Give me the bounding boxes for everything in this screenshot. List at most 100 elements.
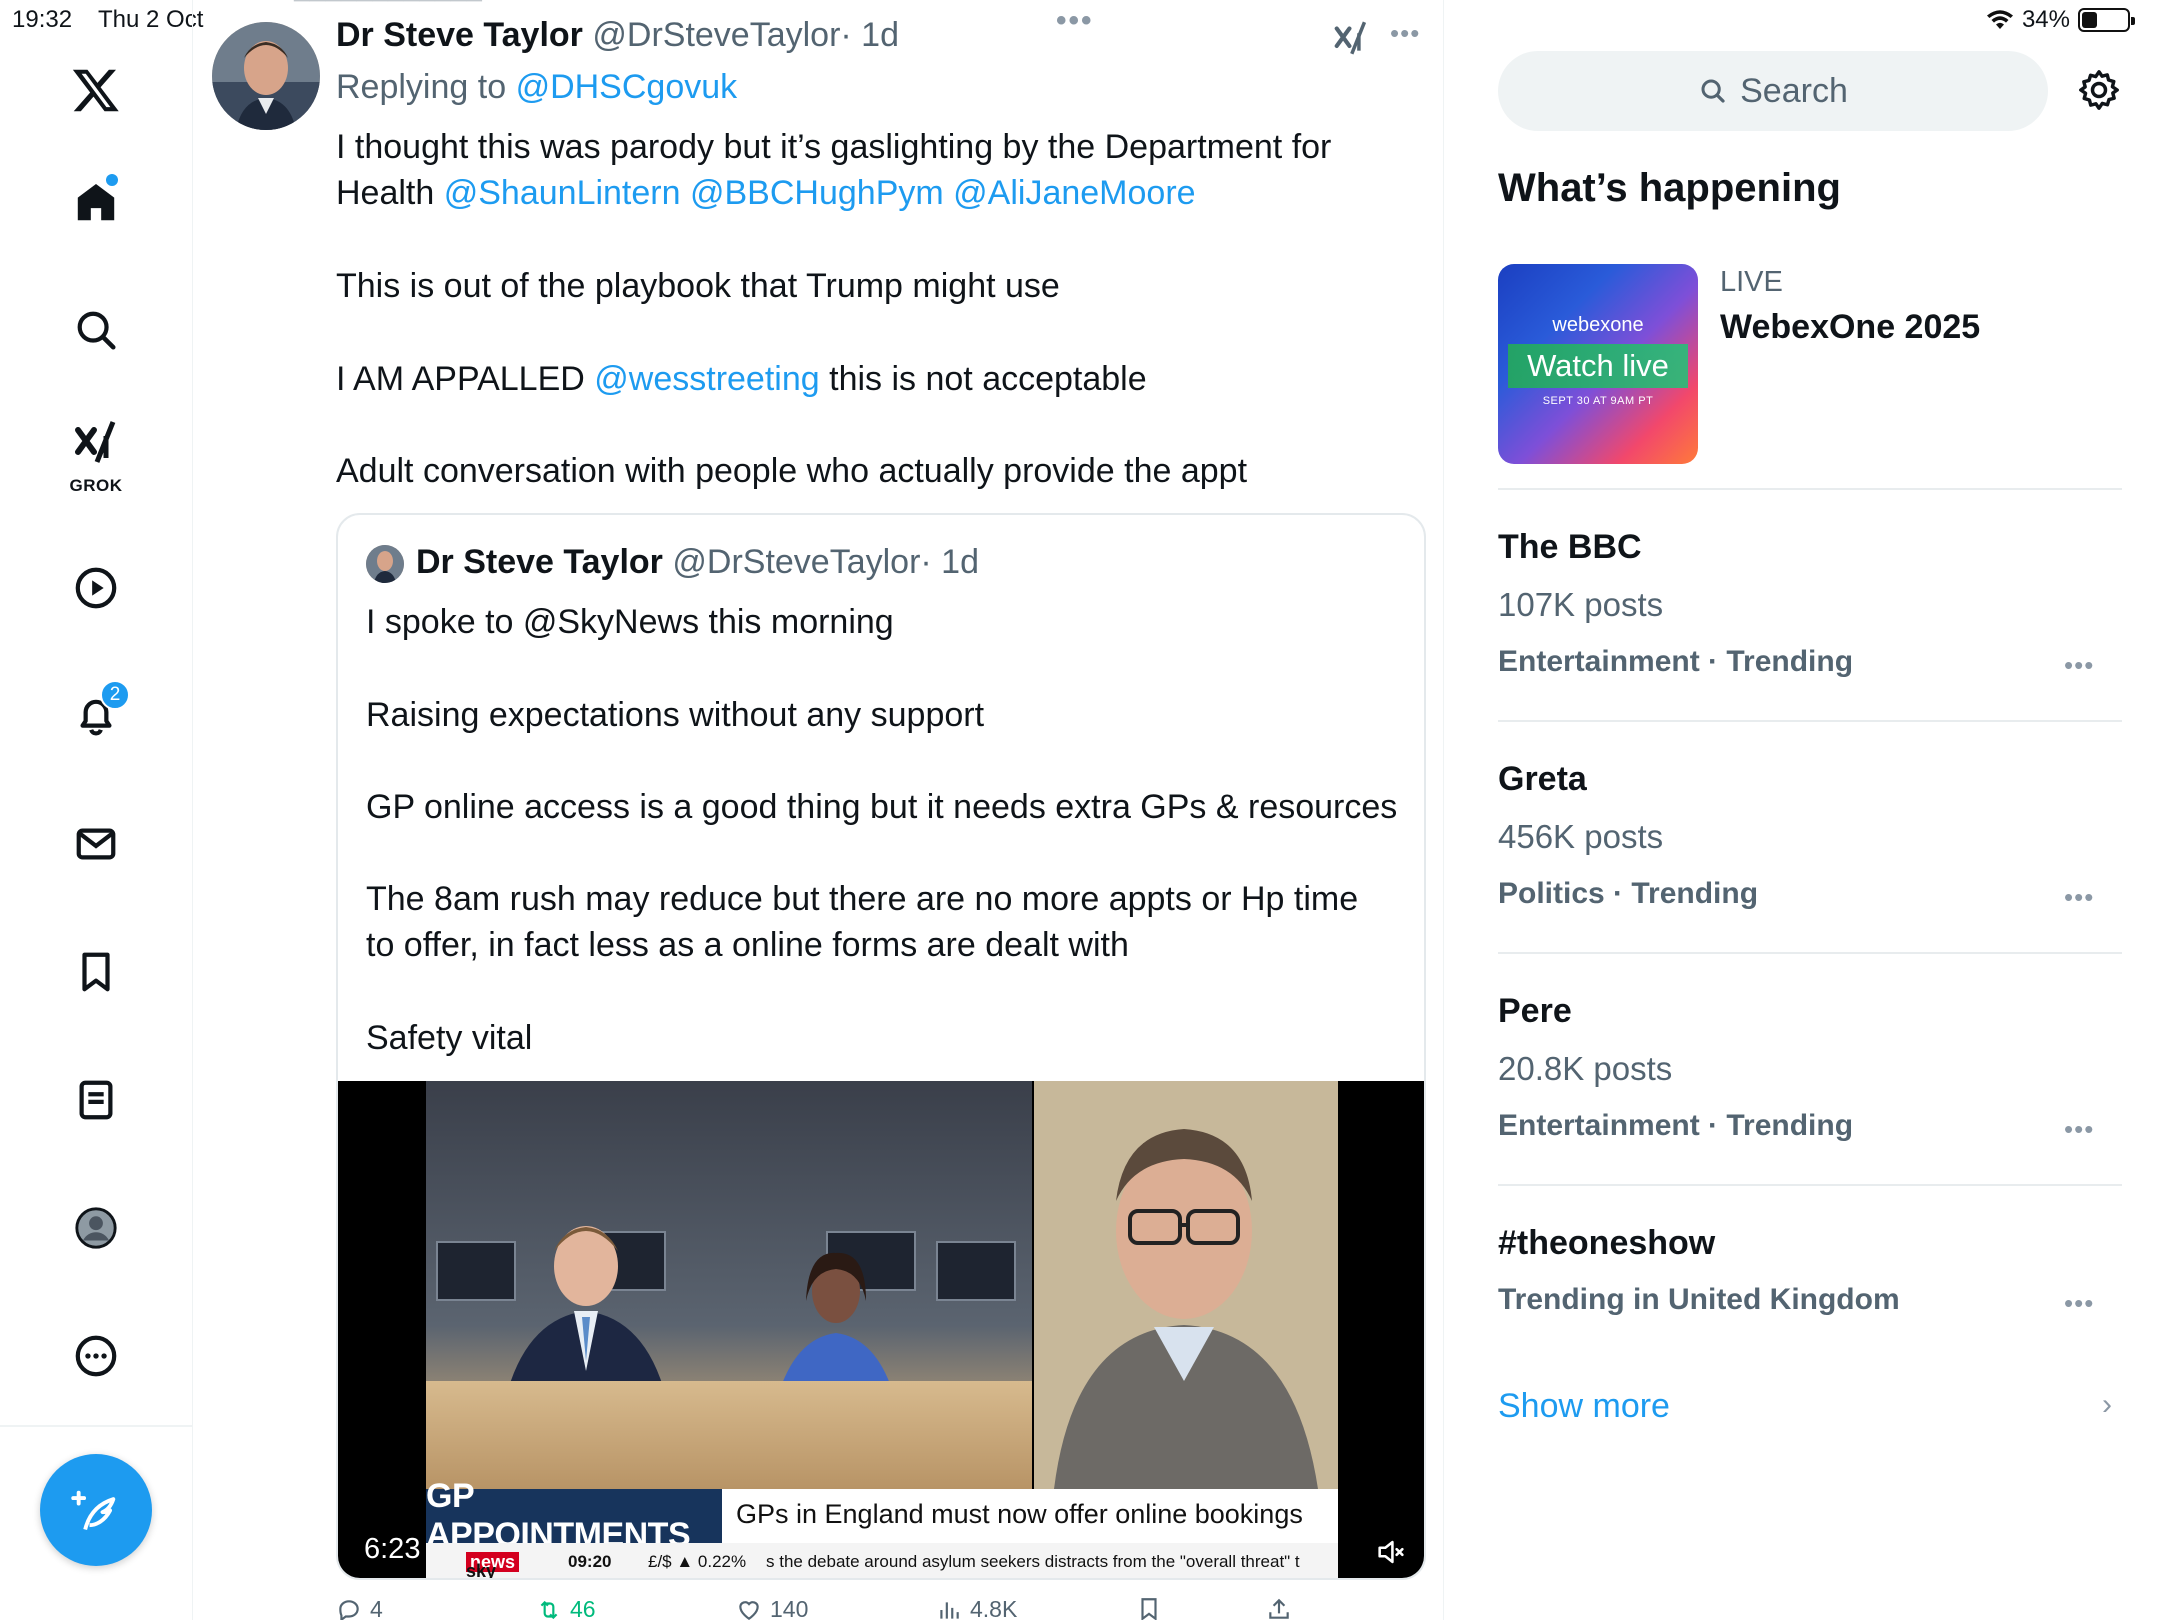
video-player[interactable]: GP APPOINTMENTS GPs in England must now … (338, 1081, 1424, 1578)
trend-more-icon[interactable]: ••• (2064, 1114, 2094, 1145)
chevron-right-icon: › (2102, 1388, 2112, 1421)
compose-feather-icon (71, 1490, 116, 1531)
divider (1498, 488, 2122, 490)
left-navigation: GROK 2 (0, 0, 193, 1620)
tweet-line-1: I thought this was parody but it’s gasli… (336, 128, 1332, 166)
trend-title[interactable]: Greta (1498, 760, 1587, 799)
ticker-time: 09:20 (568, 1552, 612, 1571)
drag-handle-dots[interactable]: ••• (1056, 4, 1094, 38)
reply-button[interactable]: 4 (336, 1596, 383, 1620)
quoted-text-para5: Safety vital (366, 1019, 533, 1057)
trend-title[interactable]: The BBC (1498, 528, 1642, 567)
profile-icon[interactable] (56, 1188, 136, 1268)
quoted-text-para4-line1: The 8am rush may reduce but there are no… (366, 880, 1359, 918)
quoted-header: Dr Steve Taylor @DrSteveTaylor· 1d (416, 543, 979, 582)
trend-count: 107K posts (1498, 586, 1664, 623)
video-icon[interactable] (56, 548, 136, 628)
repost-button[interactable]: 46 (536, 1596, 596, 1620)
search-icon[interactable] (56, 290, 136, 370)
grok-icon (75, 421, 116, 463)
tweet-line-2-prefix: Health (336, 174, 435, 212)
trend-more-icon[interactable]: ••• (2064, 882, 2094, 913)
video-caption-text: GPs in England must now offer online boo… (736, 1499, 1303, 1529)
tweet-time[interactable]: · 1d (840, 16, 899, 54)
replying-to-link[interactable]: @DHSCgovuk (516, 68, 738, 106)
trend-meta: Politics · Trending (1498, 877, 1759, 910)
show-more-link[interactable]: Show more (1498, 1387, 1670, 1426)
more-options-icon[interactable] (56, 1316, 136, 1396)
main-timeline: ━━━━━━━━━━━━ ••• Dr Steve Taylor @DrStev… (194, 0, 1444, 1620)
bookmark-button[interactable] (1136, 1596, 1162, 1620)
quoted-text-para3: GP online access is a good thing but it … (366, 788, 1398, 826)
repost-icon (540, 1600, 558, 1619)
compose-post-button[interactable] (40, 1454, 152, 1566)
trend-title[interactable]: #theoneshow (1498, 1224, 1715, 1263)
x-logo-icon[interactable] (56, 50, 136, 130)
right-sidebar: Search What’s happening webexone Watch l… (1446, 0, 2160, 1620)
tweet-actions: 4 46 140 4.8K (336, 1596, 1336, 1620)
para3-suffix: this is not acceptable (829, 360, 1147, 398)
para3-prefix: I AM APPALLED (336, 360, 585, 398)
tweet-text-para3: I AM APPALLED @wesstreeting this is not … (336, 356, 1336, 402)
search-input[interactable]: Search (1498, 51, 2048, 131)
live-event-title[interactable]: WebexOne 2025 (1720, 308, 1980, 347)
mute-icon[interactable] (1374, 1535, 1408, 1569)
views-button[interactable]: 4.8K (936, 1596, 1017, 1620)
like-count: 140 (770, 1596, 809, 1620)
notifications-icon[interactable]: 2 (56, 676, 136, 756)
divider (1498, 952, 2122, 954)
grok-label: GROK (69, 476, 123, 495)
search-placeholder: Search (1740, 71, 1848, 110)
video-caption-label: GP APPOINTMENTS (426, 1477, 722, 1554)
share-icon (1269, 1598, 1289, 1619)
tweet-header: Dr Steve Taylor @DrSteveTaylor· 1d (336, 16, 899, 55)
tweet-more-icon[interactable]: ••• (1390, 18, 1420, 49)
mention-link[interactable]: @wesstreeting (594, 360, 819, 398)
mention-link[interactable]: @BBCHughPym (690, 174, 944, 212)
trend-title[interactable]: Pere (1498, 992, 1572, 1031)
ticker-text: s the debate around asylum seekers distr… (766, 1552, 1300, 1571)
mention-link[interactable]: @AliJaneMoore (953, 174, 1195, 212)
heart-icon (739, 1600, 759, 1620)
grok-explain-icon[interactable] (1332, 18, 1370, 58)
video-desk (426, 1381, 1032, 1489)
share-button[interactable] (1266, 1596, 1292, 1620)
grok-nav-item[interactable]: GROK (56, 418, 136, 518)
quoted-author-name: Dr Steve Taylor (416, 543, 663, 581)
nav-divider (0, 1425, 193, 1427)
trend-more-icon[interactable]: ••• (2064, 1288, 2094, 1319)
search-icon (1701, 79, 1725, 103)
whats-happening-heading: What’s happening (1498, 166, 1841, 210)
video-interviewee-frame (1034, 1081, 1338, 1489)
gear-icon[interactable] (2076, 67, 2122, 113)
like-button[interactable]: 140 (736, 1596, 808, 1620)
tweet-text-para4: Adult conversation with people who actua… (336, 452, 1248, 490)
quoted-post[interactable]: Dr Steve Taylor @DrSteveTaylor· 1d I spo… (336, 513, 1426, 1580)
trend-meta: Trending in United Kingdom (1498, 1283, 1900, 1316)
thumb-watch-live: Watch live (1508, 344, 1688, 388)
ticker-fx: £/$ ▲ 0.22% (648, 1552, 747, 1571)
notifications-badge: 2 (100, 680, 130, 710)
divider (1498, 1184, 2122, 1186)
trend-meta: Entertainment · Trending (1498, 1109, 1854, 1142)
tweet-text-para2: This is out of the playbook that Trump m… (336, 267, 1060, 305)
mention-link[interactable]: @ShaunLintern (444, 174, 681, 212)
live-event-thumbnail[interactable]: webexone Watch live SEPT 30 AT 9AM PT (1498, 264, 1698, 464)
sky-news-logo: sky news (466, 1552, 520, 1578)
author-name[interactable]: Dr Steve Taylor (336, 16, 583, 54)
home-icon[interactable] (56, 162, 136, 242)
reply-icon (339, 1599, 359, 1620)
video-ticker: sky news 09:20 £/$ ▲ 0.22% s the debate … (426, 1543, 1338, 1578)
lists-icon[interactable] (56, 1060, 136, 1140)
bookmarks-icon[interactable] (56, 932, 136, 1012)
author-handle[interactable]: @DrSteveTaylor (592, 16, 840, 54)
divider (1498, 720, 2122, 722)
views-count: 4.8K (970, 1596, 1018, 1620)
author-avatar[interactable] (212, 22, 320, 130)
messages-icon[interactable] (56, 804, 136, 884)
quoted-author-handle: @DrSteveTaylor (672, 543, 921, 581)
trend-more-icon[interactable]: ••• (2064, 650, 2094, 681)
thumb-date: SEPT 30 AT 9AM PT (1542, 395, 1654, 407)
trend-count: 20.8K posts (1498, 1050, 1673, 1087)
reply-count: 4 (370, 1596, 383, 1620)
